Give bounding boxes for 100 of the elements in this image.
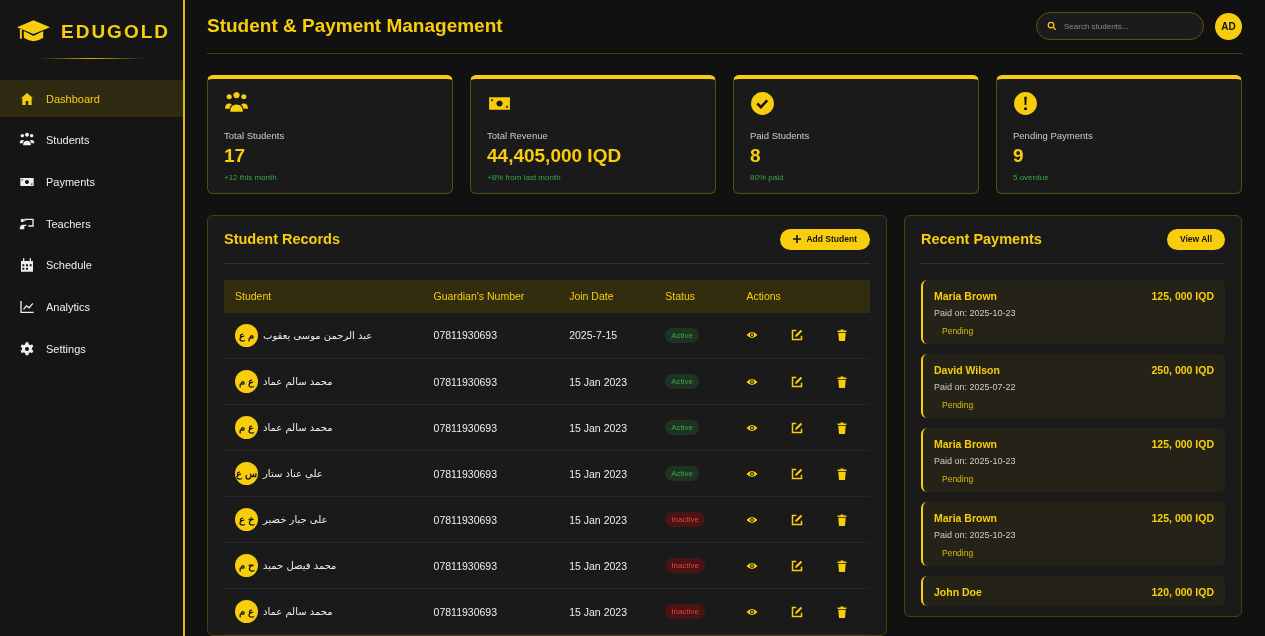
- page-title: Student & Payment Management: [207, 15, 504, 38]
- column-header: Join Date: [558, 279, 655, 313]
- join-date: 15 Jan 2023: [569, 559, 627, 572]
- payment-status: Pending: [942, 473, 975, 484]
- sidebar-item[interactable]: Settings: [0, 330, 183, 368]
- stat-note: +12 this month: [224, 172, 278, 182]
- column-header: Actions: [735, 279, 870, 313]
- status-badge: Active: [665, 327, 700, 343]
- payment-amount: 250, 000 IQD: [1151, 363, 1214, 376]
- stat-note: 5 overdue: [1013, 172, 1050, 182]
- stat-note: 80% paid: [750, 172, 785, 182]
- stat-value: 8: [750, 144, 762, 167]
- initials-avatar: ع م: [235, 369, 258, 393]
- payment-status: Pending: [942, 547, 975, 558]
- search-icon: [1047, 21, 1057, 32]
- edit-icon[interactable]: [791, 605, 804, 618]
- edit-icon[interactable]: [791, 421, 804, 434]
- student-name: محمد سالم عماد: [263, 421, 333, 433]
- stat-label: Total Revenue: [487, 129, 549, 141]
- exclamation-circle-icon: [1013, 90, 1038, 116]
- student-name: علي عناد ستار: [263, 467, 323, 479]
- stat-label: Paid Students: [750, 129, 811, 141]
- join-date: 15 Jan 2023: [569, 421, 627, 434]
- payment-status: Pending: [942, 399, 975, 410]
- trash-icon[interactable]: [836, 513, 849, 526]
- sidebar-item[interactable]: Teachers: [0, 205, 183, 243]
- edit-icon[interactable]: [791, 467, 804, 480]
- status-badge: Active: [665, 420, 700, 435]
- calendar-icon: [19, 257, 35, 274]
- check-circle-icon: [750, 90, 775, 116]
- join-date: 15 Jan 2023: [569, 605, 627, 618]
- sidebar-item[interactable]: Schedule: [0, 246, 183, 284]
- home-icon: [19, 90, 35, 107]
- stat-value: 9: [1013, 144, 1025, 167]
- payment-date: Paid on: 2025-07-22: [934, 381, 1017, 392]
- trash-icon[interactable]: [836, 329, 849, 342]
- join-date: 2025-7-15: [569, 329, 618, 342]
- panel-title: Recent Payments: [921, 231, 1042, 247]
- student-name: محمد سالم عماد: [263, 375, 333, 387]
- column-header: Guardian's Number: [422, 279, 559, 313]
- status-badge: Active: [665, 466, 700, 481]
- student-name: على جبار خضير: [263, 513, 328, 525]
- initials-avatar: ع م: [235, 599, 258, 623]
- sidebar-item[interactable]: Students: [0, 121, 183, 159]
- join-date: 15 Jan 2023: [569, 467, 627, 480]
- payer-name: Maria Brown: [934, 511, 997, 524]
- payment-amount: 125, 000 IQD: [1151, 511, 1214, 524]
- payment-date: Paid on: 2025-10-23: [934, 455, 1017, 466]
- sidebar-item[interactable]: Dashboard: [0, 80, 183, 117]
- stat-label: Total Students: [224, 129, 286, 141]
- add-student-button[interactable]: Add Student: [780, 228, 870, 250]
- edit-icon[interactable]: [791, 559, 804, 572]
- edit-icon[interactable]: [791, 329, 804, 342]
- initials-avatar: خ ع: [235, 507, 258, 531]
- plus-icon: [793, 235, 802, 243]
- payer-name: Maria Brown: [934, 437, 997, 450]
- trash-icon[interactable]: [836, 605, 849, 618]
- trash-icon[interactable]: [836, 421, 849, 434]
- edit-icon[interactable]: [791, 513, 804, 526]
- payer-name: John Doe: [934, 585, 982, 598]
- search-field[interactable]: Search students...: [1036, 12, 1204, 41]
- status-badge: Inactive: [665, 512, 705, 527]
- stat-value: 17: [224, 144, 247, 167]
- payer-name: David Wilson: [934, 363, 1000, 376]
- phone-number: 07811930693: [433, 467, 498, 480]
- payer-name: Maria Brown: [934, 289, 997, 302]
- trash-icon[interactable]: [836, 467, 849, 480]
- column-header: Status: [654, 279, 736, 313]
- payment-date: Paid on: 2025-10-23: [934, 307, 1017, 318]
- view-all-button[interactable]: View All: [1166, 228, 1225, 250]
- phone-number: 07811930693: [433, 513, 498, 526]
- initials-avatar: ع م: [235, 415, 258, 439]
- phone-number: 07811930693: [433, 375, 498, 388]
- status-badge: Active: [665, 374, 700, 389]
- trash-icon[interactable]: [836, 559, 849, 572]
- stat-label: Pending Payments: [1013, 129, 1094, 141]
- line-chart-icon: [19, 298, 35, 315]
- sidebar-item[interactable]: Payments: [0, 163, 183, 201]
- payment-amount: 120, 000 IQD: [1151, 585, 1214, 598]
- payment-date: Paid on: 2025-10-23: [934, 529, 1017, 540]
- phone-number: 07811930693: [433, 559, 498, 572]
- panel-title: Student Records: [224, 231, 340, 247]
- student-name: محمد سالم عماد: [263, 605, 333, 617]
- student-name: عبد الرحمن موسى يعقوب: [263, 329, 373, 341]
- student-name: محمد فيصل حميد: [263, 559, 337, 571]
- payment-amount: 125, 000 IQD: [1151, 289, 1214, 302]
- sidebar-item[interactable]: Analytics: [0, 288, 183, 326]
- edit-icon[interactable]: [791, 375, 804, 388]
- trash-icon[interactable]: [836, 375, 849, 388]
- phone-number: 07811930693: [433, 605, 498, 618]
- join-date: 15 Jan 2023: [569, 513, 627, 526]
- brand-name: EDUGOLD: [61, 21, 170, 43]
- status-badge: Inactive: [665, 604, 705, 619]
- column-header: Student: [224, 279, 423, 313]
- payment-status: Pending: [942, 325, 975, 336]
- user-avatar[interactable]: AD: [1215, 12, 1242, 40]
- stat-value: 44,405,000 IQD: [487, 144, 623, 167]
- initials-avatar: س ع: [235, 461, 258, 485]
- status-badge: Inactive: [665, 558, 705, 573]
- join-date: 15 Jan 2023: [569, 375, 627, 388]
